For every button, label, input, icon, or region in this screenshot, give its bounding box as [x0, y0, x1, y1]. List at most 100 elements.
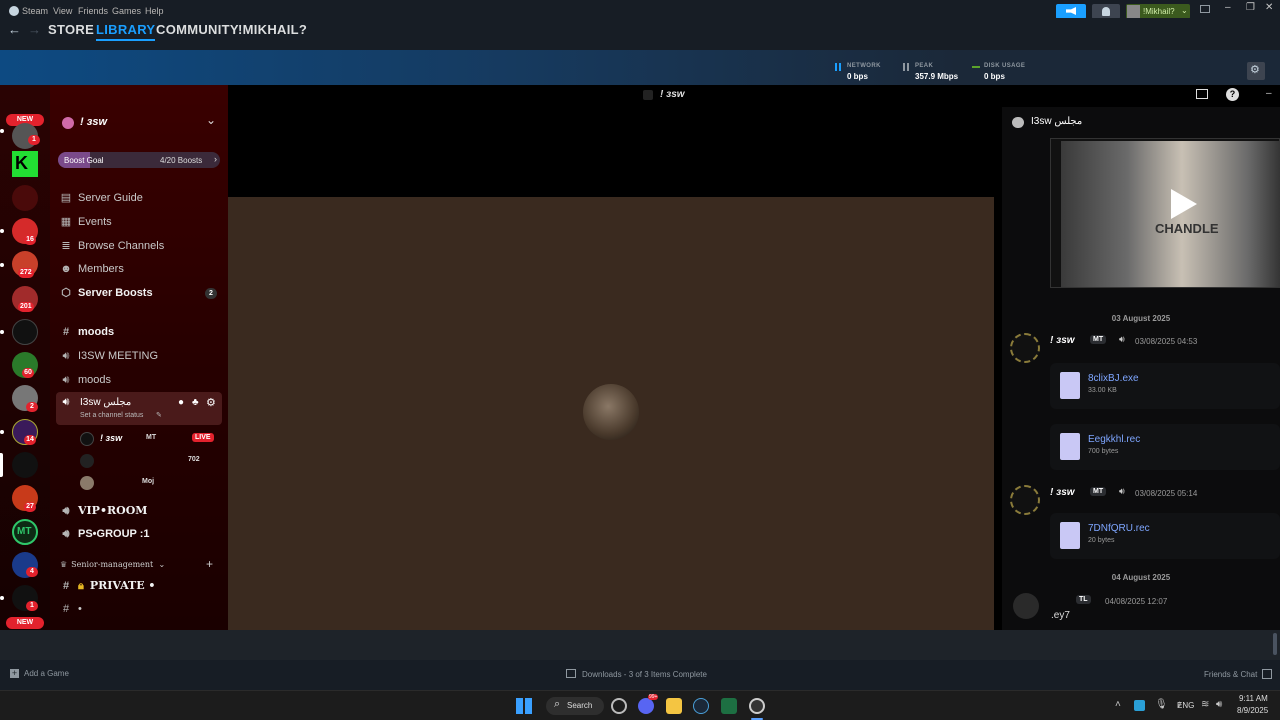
boost-icon: ⬡ [61, 287, 71, 299]
clock-date[interactable]: 8/9/2025 [1237, 706, 1268, 715]
avatar [80, 454, 94, 468]
scrollbar-thumb[interactable] [1273, 633, 1277, 655]
file-size: 20 bytes [1088, 537, 1115, 544]
file-attachment[interactable]: 8clixBJ.exe 33.00 KB [1050, 363, 1280, 409]
file-explorer-icon[interactable] [666, 698, 682, 714]
channel-name: PRIVATE • [89, 579, 156, 592]
server-icon[interactable] [12, 319, 38, 345]
file-name[interactable]: 7DNfQRU.rec [1088, 523, 1150, 534]
category-name: Senior-management [71, 560, 154, 569]
message-author[interactable]: ! зѕw [1050, 335, 1075, 346]
help-icon[interactable]: ? [1226, 88, 1239, 101]
notifications-button[interactable] [1092, 4, 1120, 19]
settings-button[interactable]: ⚙ [1247, 62, 1265, 80]
menu-steam[interactable]: Steam [22, 6, 48, 16]
chat-icon[interactable]: ● [178, 397, 184, 408]
tray-app-icon[interactable] [1134, 700, 1145, 711]
channel-status[interactable]: Set a channel status [80, 412, 143, 419]
file-attachment[interactable]: Eegkkhl.rec 700 bytes [1050, 424, 1280, 470]
microphone-icon[interactable]: 🎙︎ [1155, 699, 1168, 710]
nav-server-boosts[interactable]: ⬡ Server Boosts [60, 286, 152, 299]
server-icon[interactable] [12, 452, 38, 478]
server-header[interactable]: ! зѕw ⌄ [50, 113, 228, 135]
file-name[interactable]: 8clixBJ.exe [1088, 373, 1139, 384]
nav-server-guide[interactable]: ▤ Server Guide [60, 191, 143, 204]
add-member-icon[interactable]: ♣ [192, 397, 199, 408]
channel-meeting[interactable]: 🔊︎ I3SW MEETING [60, 350, 159, 363]
active-voice-channel[interactable]: 🔊︎ I3sw مجلس Set a channel status ✎ ● ♣ … [56, 392, 222, 425]
downloads-button[interactable]: Downloads - 3 of 3 Items Complete [566, 669, 707, 679]
menu-games[interactable]: Games [112, 6, 141, 16]
language-indicator[interactable]: ENG [1177, 701, 1194, 710]
message-author[interactable]: ! зѕw [1050, 487, 1075, 498]
add-game-button[interactable]: + Add a Game [10, 669, 69, 678]
popout-icon[interactable] [1196, 89, 1208, 99]
boost-goal-bar[interactable]: Boost Goal 4/20 Boosts › [58, 152, 220, 168]
channel-list: ! зѕw ⌄ Boost Goal 4/20 Boosts › ▤ Server… [50, 85, 228, 630]
voice-user[interactable]: Moj [80, 476, 220, 490]
play-icon[interactable] [1171, 189, 1197, 219]
windows-start-icon[interactable] [516, 698, 532, 714]
menu-friends[interactable]: Friends [78, 6, 108, 16]
clock-time[interactable]: 9:11 AM [1239, 694, 1268, 703]
minimize-stream-icon[interactable]: – [1266, 88, 1272, 99]
broadcast-button[interactable] [1056, 4, 1086, 19]
server-icon[interactable] [12, 185, 38, 211]
menu-help[interactable]: Help [145, 6, 164, 16]
nav-store[interactable]: STORE [48, 22, 94, 37]
hash-icon: # [62, 603, 70, 615]
video-embed[interactable]: CHANDLE [1050, 138, 1280, 288]
disk-usage-value: 0 bps [984, 72, 1005, 81]
add-game-label: Add a Game [24, 669, 69, 678]
gear-icon[interactable]: ⚙ [206, 396, 216, 409]
nav-events[interactable]: ▦ Events [60, 215, 112, 228]
back-arrow-icon[interactable]: ← [8, 22, 21, 37]
maximize-icon[interactable]: ❐ [1246, 2, 1255, 13]
voice-user[interactable]: ! зѕw MT LIVE [80, 432, 220, 446]
network-icon [835, 63, 841, 71]
avatar [1013, 593, 1039, 619]
minimize-icon[interactable]: – [1225, 2, 1231, 13]
nav-community[interactable]: COMMUNITY [156, 22, 239, 37]
nav-library[interactable]: LIBRARY [96, 22, 156, 41]
cortana-icon[interactable] [611, 698, 627, 714]
volume-icon[interactable]: 🔊︎ [1216, 699, 1222, 710]
downloads-label: Downloads - 3 of 3 Items Complete [582, 670, 707, 679]
unread-badge: 27 [24, 502, 36, 512]
channel-hash[interactable]: # • [60, 603, 82, 615]
channel-moods-voice[interactable]: 🔊︎ moods [60, 374, 112, 387]
chevron-up-icon[interactable]: ˄ [1115, 699, 1121, 710]
file-icon [1060, 433, 1080, 460]
network-value: 0 bps [847, 72, 868, 81]
channel-private[interactable]: # 🔒︎ PRIVATE • [60, 579, 156, 593]
menu-view[interactable]: View [53, 6, 72, 16]
channel-ps-group[interactable]: 🔊︎ PS•GROUP :1 [60, 528, 150, 541]
speaker-icon: 🔊︎ [1119, 334, 1125, 344]
boost-goal-label: Boost Goal [64, 156, 104, 165]
taskbar-search[interactable]: ⌕ Search [546, 697, 604, 715]
excel-icon[interactable] [721, 698, 737, 714]
stream-video[interactable] [228, 107, 994, 630]
nav-browse-channels[interactable]: ≣ Browse Channels [60, 239, 164, 252]
close-icon[interactable]: ✕ [1265, 2, 1273, 13]
add-channel-icon[interactable]: + [206, 557, 213, 571]
discord-icon[interactable] [638, 698, 654, 714]
channel-vip-room[interactable]: 🔊︎ VIP•ROOM [60, 504, 148, 518]
steam-icon[interactable] [693, 698, 709, 714]
file-name[interactable]: Eegkkhl.rec [1088, 434, 1140, 445]
voice-user[interactable]: 702 [80, 454, 220, 468]
channel-name: moods [78, 374, 112, 386]
file-attachment[interactable]: 7DNfQRU.rec 20 bytes [1050, 513, 1280, 559]
big-picture-icon[interactable] [1200, 5, 1210, 13]
nav-members[interactable]: ☻ Members [60, 263, 124, 275]
forward-arrow-icon[interactable]: → [28, 22, 41, 37]
speaker-icon: 🔊︎ [62, 505, 70, 517]
nav-user[interactable]: !MIKHAIL? [238, 22, 307, 37]
account-menu[interactable]: !Mikhail? ⌄ [1126, 4, 1190, 19]
friends-chat-button[interactable]: Friends & Chat [1204, 669, 1273, 679]
channel-moods-text[interactable]: # moods [60, 326, 114, 338]
category-senior-management[interactable]: ♛ Senior-management ⌄ [60, 560, 165, 569]
app-icon[interactable] [749, 698, 765, 714]
wifi-icon[interactable]: ≋ [1201, 699, 1209, 710]
avatar [1010, 485, 1040, 515]
